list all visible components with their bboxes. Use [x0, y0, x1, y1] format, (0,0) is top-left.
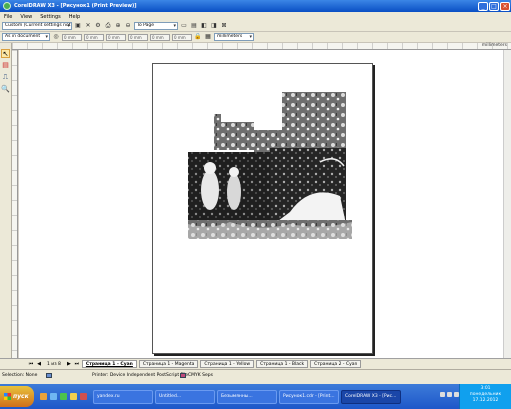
- next-page-button[interactable]: ▶: [66, 361, 72, 367]
- printer-status: Printer: Device Independent PostScript F…: [92, 373, 189, 378]
- app-icon[interactable]: [60, 393, 67, 400]
- tab-page1-black[interactable]: Страница 1 - Black: [256, 360, 309, 368]
- artwork-image: [188, 92, 352, 239]
- lock-ratio-icon[interactable]: 🔒: [194, 33, 202, 41]
- fit-mode-select[interactable]: To Page: [134, 22, 178, 30]
- clock-date: 17.12.2012: [472, 398, 499, 403]
- media-icon[interactable]: [80, 393, 87, 400]
- zoom-out-icon[interactable]: ⊖: [124, 22, 132, 30]
- tile-icon[interactable]: ▦: [204, 33, 212, 41]
- page-counter: 1 из 8: [47, 361, 61, 367]
- menu-view[interactable]: View: [20, 14, 32, 20]
- imposition-tool-icon[interactable]: ▤: [1, 61, 10, 70]
- title-bar: CorelDRAW X3 - [Рисунок1 (Print Preview)…: [0, 0, 511, 12]
- task-unnamed[interactable]: Безымянны...: [217, 389, 277, 404]
- tray-network-icon[interactable]: [440, 392, 445, 397]
- mirror-icon[interactable]: ◨: [210, 22, 218, 30]
- vertical-scrollbar[interactable]: [503, 50, 511, 358]
- save-icon[interactable]: ▣: [74, 22, 82, 30]
- windows-flag-icon: [4, 393, 11, 400]
- minimize-button[interactable]: _: [478, 1, 488, 11]
- tab-page2-cyan[interactable]: Страница 2 - Cyan: [310, 360, 362, 368]
- first-page-button[interactable]: ⏮: [28, 361, 34, 367]
- task-coreldraw[interactable]: CorelDRAW X3 - [Рис...: [341, 389, 401, 404]
- position-select[interactable]: As in document: [2, 33, 50, 41]
- horizontal-ruler: millimeters: [12, 43, 511, 50]
- menu-help[interactable]: Help: [69, 14, 80, 20]
- last-page-button[interactable]: ⏭: [74, 361, 80, 367]
- page-navigation-bar: ⏮ ◀ 1 из 8 ▶ ⏭ Страница 1 - Cyan Страниц…: [0, 358, 511, 369]
- maximize-button[interactable]: □: [489, 1, 499, 11]
- print-icon[interactable]: ⎙: [104, 22, 112, 30]
- scale-x-field[interactable]: 0 mm: [150, 33, 170, 41]
- selection-status: Selection: None: [2, 373, 38, 378]
- zoom-tool-icon[interactable]: 🔍: [1, 85, 10, 94]
- window-title: CorelDRAW X3 - [Рисунок1 (Print Preview)…: [14, 3, 137, 9]
- menu-settings[interactable]: Settings: [40, 14, 61, 20]
- print-options-icon[interactable]: ⚙: [94, 22, 102, 30]
- tab-page1-cyan[interactable]: Страница 1 - Cyan: [81, 360, 137, 368]
- close-button[interactable]: ×: [500, 1, 510, 11]
- delete-icon[interactable]: ✕: [84, 22, 92, 30]
- browser-icon[interactable]: [40, 393, 47, 400]
- menu-file[interactable]: File: [4, 14, 12, 20]
- color-mode-icon: [180, 373, 186, 378]
- ruler-unit: millimeters: [481, 43, 507, 48]
- start-button[interactable]: пуск: [0, 386, 34, 407]
- pick-tool-icon[interactable]: ↖: [1, 49, 10, 58]
- center-icon[interactable]: ◎: [52, 33, 60, 41]
- task-print-preview[interactable]: Рисунок1.cdr - [Print...: [279, 389, 339, 404]
- messenger-icon[interactable]: [50, 393, 57, 400]
- full-screen-icon[interactable]: ▭: [180, 22, 188, 30]
- coreldraw-app-icon[interactable]: [3, 2, 11, 10]
- standard-toolbar: Custom (Current settings not s... ▣ ✕ ⚙ …: [0, 21, 511, 32]
- system-clock[interactable]: 3:01 понедельник 17.12.2012: [459, 384, 511, 409]
- tab-page1-yellow[interactable]: Страница 1 - Yellow: [200, 360, 255, 368]
- task-yandex[interactable]: yandex.ru: [93, 389, 153, 404]
- color-mode-status: CMYK Seps: [188, 373, 213, 378]
- tray-icons: [440, 392, 459, 397]
- height-field[interactable]: 0 mm: [128, 33, 148, 41]
- status-bar: Selection: None Printer: Device Independ…: [0, 369, 511, 384]
- task-list: yandex.ru Untitled... Безымянны... Рисун…: [93, 389, 401, 404]
- color-mode-wrap: CMYK Seps: [180, 373, 213, 378]
- printer-icon-wrap: [46, 373, 52, 378]
- printer-icon: [46, 373, 52, 378]
- print-style-select[interactable]: Custom (Current settings not s...: [2, 22, 72, 30]
- toolbox: ↖ ▤ ⎍ 🔍: [0, 43, 12, 358]
- task-untitled[interactable]: Untitled...: [155, 389, 215, 404]
- page-artwork[interactable]: [170, 92, 355, 239]
- menu-bar: File View Settings Help: [0, 12, 511, 21]
- tray-volume-icon[interactable]: [447, 392, 452, 397]
- windows-taskbar: пуск yandex.ru Untitled... Безымянны... …: [0, 384, 511, 409]
- x-position-field[interactable]: 0 mm: [62, 33, 82, 41]
- zoom-in-icon[interactable]: ⊕: [114, 22, 122, 30]
- previous-page-button[interactable]: ◀: [36, 361, 42, 367]
- property-bar: As in document ◎ 0 mm 0 mm 0 mm 0 mm 0 m…: [0, 32, 511, 43]
- folder-icon[interactable]: [70, 393, 77, 400]
- quick-launch: [40, 393, 87, 400]
- scale-y-field[interactable]: 0 mm: [172, 33, 192, 41]
- vertical-ruler: [12, 50, 18, 358]
- separations-icon[interactable]: ▤: [190, 22, 198, 30]
- tab-page1-magenta[interactable]: Страница 1 - Magenta: [138, 360, 199, 368]
- unit-select[interactable]: millimeters: [214, 33, 254, 41]
- marks-tool-icon[interactable]: ⎍: [1, 73, 10, 82]
- invert-icon[interactable]: ◧: [200, 22, 208, 30]
- y-position-field[interactable]: 0 mm: [84, 33, 104, 41]
- start-label: пуск: [13, 393, 29, 400]
- width-field[interactable]: 0 mm: [106, 33, 126, 41]
- close-preview-icon[interactable]: ⊠: [220, 22, 228, 30]
